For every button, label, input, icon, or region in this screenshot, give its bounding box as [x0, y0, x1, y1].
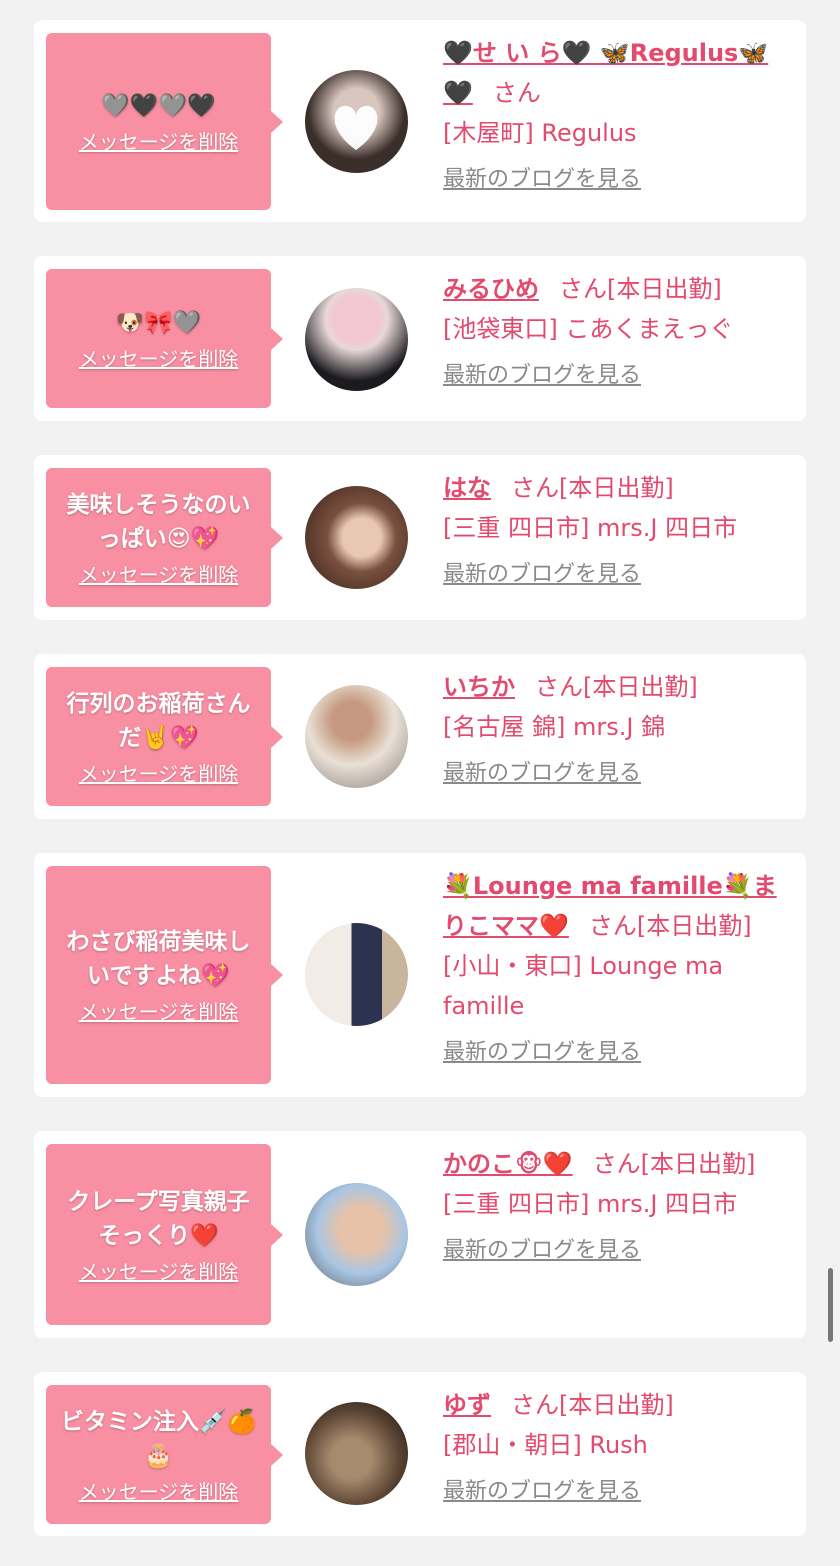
- latest-blog-link[interactable]: 最新のブログを見る: [443, 1236, 641, 1266]
- message-text: 🩶🖤🩶🖤: [101, 92, 216, 119]
- latest-blog-link[interactable]: 最新のブログを見る: [443, 361, 641, 391]
- message-bubble: 美味しそうなのいっぱい😍💖 メッセージを削除: [46, 468, 283, 607]
- delete-message-link[interactable]: メッセージを削除: [79, 129, 239, 155]
- girl-name-link[interactable]: はな: [443, 474, 491, 502]
- message-bubble: ビタミン注入💉🍊🎂 メッセージを削除: [46, 1385, 283, 1524]
- delete-message-link[interactable]: メッセージを削除: [79, 1259, 239, 1285]
- message-bubble: わさび稲荷美味しいですよね💖 メッセージを削除: [46, 866, 283, 1084]
- work-status: [本日出勤]: [583, 673, 698, 701]
- scrollbar[interactable]: [828, 1268, 833, 1342]
- san-label: さん: [592, 1150, 641, 1178]
- profile-info: はな さん[本日出勤] [三重 四日市] mrs.J 四日市 最新のブログを見る: [443, 468, 793, 590]
- girl-name-link[interactable]: ゆず: [443, 1391, 491, 1419]
- work-status: [本日出勤]: [559, 1391, 674, 1419]
- name-line: 💐Lounge ma famille💐まりこママ❤️ さん[本日出勤]: [443, 866, 793, 946]
- work-status: [本日出勤]: [559, 474, 674, 502]
- message-card: 美味しそうなのいっぱい😍💖 メッセージを削除 はな さん[本日出勤] [三重 四日…: [34, 455, 806, 620]
- avatar[interactable]: [305, 288, 408, 391]
- shop-info: [木屋町] Regulus: [443, 119, 637, 147]
- delete-message-link[interactable]: メッセージを削除: [79, 761, 239, 787]
- name-line: みるひめ さん[本日出勤]: [443, 269, 793, 309]
- name-line: はな さん[本日出勤]: [443, 468, 793, 508]
- shop-info: [池袋東口] こあくまえっぐ: [443, 315, 734, 343]
- shop-info: [三重 四日市] mrs.J 四日市: [443, 1190, 738, 1218]
- message-card: クレープ写真親子そっくり❤️ メッセージを削除 かのこ🐵❤️ さん[本日出勤] […: [34, 1131, 806, 1338]
- profile-info: ゆず さん[本日出勤] [郡山・朝日] Rush 最新のブログを見る: [443, 1385, 793, 1507]
- san-label: さん: [511, 474, 559, 502]
- delete-message-link[interactable]: メッセージを削除: [79, 1479, 239, 1505]
- shop-info: [三重 四日市] mrs.J 四日市: [443, 514, 738, 542]
- girl-name-link[interactable]: かのこ🐵❤️: [443, 1150, 573, 1178]
- message-card: 行列のお稲荷さんだ🤘💖 メッセージを削除 いちか さん[本日出勤] [名古屋 錦]…: [34, 654, 806, 819]
- name-line: ゆず さん[本日出勤]: [443, 1385, 793, 1425]
- girl-name-link[interactable]: 🖤せ い ら🖤 🦋Regulus🦋🖤: [443, 39, 768, 107]
- delete-message-link[interactable]: メッセージを削除: [79, 999, 239, 1025]
- work-status: [本日出勤]: [640, 1150, 756, 1178]
- latest-blog-link[interactable]: 最新のブログを見る: [443, 759, 641, 789]
- girl-name-link[interactable]: みるひめ: [443, 275, 539, 303]
- message-bubble: 🩶🖤🩶🖤 メッセージを削除: [46, 33, 283, 210]
- latest-blog-link[interactable]: 最新のブログを見る: [443, 165, 641, 195]
- message-text: 🐶🎀🩶: [115, 309, 202, 336]
- delete-message-link[interactable]: メッセージを削除: [79, 346, 239, 372]
- latest-blog-link[interactable]: 最新のブログを見る: [443, 1477, 641, 1507]
- message-card: わさび稲荷美味しいですよね💖 メッセージを削除 💐Lounge ma famil…: [34, 853, 806, 1097]
- message-card: 🩶🖤🩶🖤 メッセージを削除 🖤せ い ら🖤 🦋Regulus🦋🖤 さん [木屋町]…: [34, 20, 806, 222]
- latest-blog-link[interactable]: 最新のブログを見る: [443, 1038, 641, 1068]
- message-text: ビタミン注入💉🍊🎂: [60, 1408, 257, 1469]
- avatar[interactable]: [305, 1183, 408, 1286]
- latest-blog-link[interactable]: 最新のブログを見る: [443, 560, 641, 590]
- shop-info: [郡山・朝日] Rush: [443, 1431, 648, 1459]
- heart-sticker-icon: [334, 105, 378, 150]
- profile-info: みるひめ さん[本日出勤] [池袋東口] こあくまえっぐ 最新のブログを見る: [443, 269, 793, 391]
- san-label: さん: [492, 79, 541, 107]
- san-label: さん: [588, 912, 637, 940]
- shop-info: [名古屋 錦] mrs.J 錦: [443, 713, 666, 741]
- san-label: さん: [511, 1391, 559, 1419]
- message-text: クレープ写真親子そっくり❤️: [67, 1188, 250, 1249]
- name-line: かのこ🐵❤️ さん[本日出勤]: [443, 1144, 793, 1184]
- message-card: ビタミン注入💉🍊🎂 メッセージを削除 ゆず さん[本日出勤] [郡山・朝日] Ru…: [34, 1372, 806, 1536]
- message-text: わさび稲荷美味しいですよね💖: [66, 929, 251, 989]
- profile-info: いちか さん[本日出勤] [名古屋 錦] mrs.J 錦 最新のブログを見る: [443, 667, 793, 789]
- girl-name-link[interactable]: いちか: [443, 673, 515, 701]
- avatar[interactable]: [305, 70, 408, 173]
- profile-info: かのこ🐵❤️ さん[本日出勤] [三重 四日市] mrs.J 四日市 最新のブログ…: [443, 1144, 793, 1266]
- profile-info: 💐Lounge ma famille💐まりこママ❤️ さん[本日出勤] [小山・東…: [443, 866, 793, 1068]
- message-bubble: クレープ写真親子そっくり❤️ メッセージを削除: [46, 1144, 283, 1325]
- name-line: 🖤せ い ら🖤 🦋Regulus🦋🖤 さん: [443, 33, 793, 113]
- work-status: [本日出勤]: [636, 912, 752, 940]
- shop-info: [小山・東口] Lounge ma famille: [443, 952, 724, 1020]
- delete-message-link[interactable]: メッセージを削除: [79, 562, 239, 588]
- message-bubble: 🐶🎀🩶 メッセージを削除: [46, 269, 283, 408]
- avatar[interactable]: [305, 486, 408, 589]
- message-text: 美味しそうなのいっぱい😍💖: [66, 491, 251, 552]
- work-status: [本日出勤]: [607, 275, 722, 303]
- avatar[interactable]: [305, 1402, 408, 1505]
- name-line: いちか さん[本日出勤]: [443, 667, 793, 707]
- san-label: さん: [559, 275, 607, 303]
- message-card: 🐶🎀🩶 メッセージを削除 みるひめ さん[本日出勤] [池袋東口] こあくまえっぐ…: [34, 256, 806, 421]
- avatar[interactable]: [305, 923, 408, 1026]
- message-text: 行列のお稲荷さんだ🤘💖: [66, 690, 251, 751]
- san-label: さん: [535, 673, 583, 701]
- profile-info: 🖤せ い ら🖤 🦋Regulus🦋🖤 さん [木屋町] Regulus 最新のブロ…: [443, 33, 793, 195]
- message-bubble: 行列のお稲荷さんだ🤘💖 メッセージを削除: [46, 667, 283, 806]
- avatar[interactable]: [305, 685, 408, 788]
